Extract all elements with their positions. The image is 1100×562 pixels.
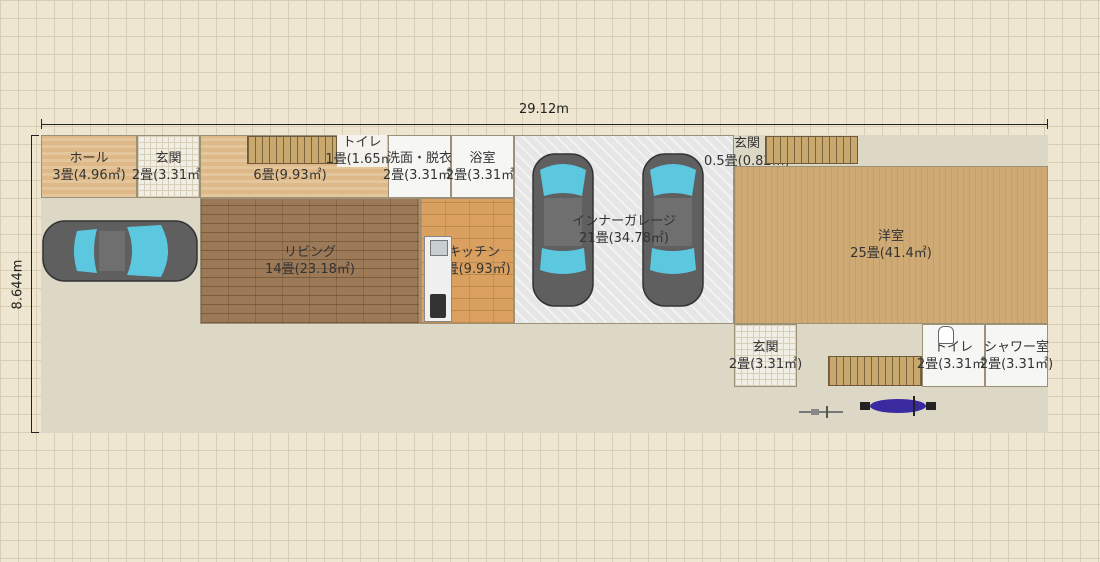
car-rear-window [650, 248, 696, 274]
room-size: 2畳(3.31㎡) [728, 356, 803, 372]
room-name: トイレ [342, 135, 382, 150]
room-name: 洋室 [877, 229, 904, 244]
room-western[interactable]: 洋室 25畳(41.4㎡) [734, 166, 1048, 324]
room-bathroom[interactable]: 浴室 2畳(3.31㎡) [446, 135, 519, 198]
sink-icon [430, 240, 448, 256]
room-size: 25畳(41.4㎡) [850, 246, 932, 261]
room-size: 6畳(9.93㎡) [253, 167, 327, 183]
room-name: リビング [283, 245, 336, 260]
width-dimension-tick-left [41, 119, 42, 129]
height-dimension-label: 8.644m [10, 259, 26, 310]
room-genkan-1[interactable]: 玄関 2畳(3.31㎡) [132, 135, 205, 198]
motorcycle-rear-wheel [860, 402, 870, 410]
car-roof [99, 231, 125, 271]
room-name: 玄関 [155, 150, 182, 166]
motorcycle-front-wheel [926, 402, 936, 410]
room-name: キッチン [447, 245, 500, 260]
toilet-icon [938, 326, 954, 344]
room-shower[interactable]: シャワー室 2畳(3.31㎡) [980, 324, 1053, 387]
room-genkan-3[interactable]: 玄関 2畳(3.31㎡) [729, 324, 802, 387]
staircase-upper [765, 136, 858, 164]
room-name: シャワー室 [984, 339, 1050, 355]
motorcycle-icon[interactable] [858, 394, 938, 418]
height-dimension-tick-top [31, 135, 39, 136]
bicycle-seat [811, 409, 819, 415]
room-size: 2畳(3.31㎡) [979, 356, 1054, 372]
car-icon-outside[interactable] [41, 217, 199, 285]
room-size: 14畳(23.18㎡) [265, 262, 355, 277]
room-name: 浴室 [469, 150, 496, 166]
room-name: 玄関 [734, 136, 761, 151]
room-size: 3畳(4.96㎡) [52, 167, 126, 183]
stove-icon [430, 294, 446, 318]
motorcycle-body [870, 399, 926, 413]
car-rear-window [540, 248, 586, 274]
room-living[interactable]: リビング 14畳(23.18㎡) [200, 198, 420, 324]
height-dimension-tick-bottom [31, 432, 39, 433]
room-hall[interactable]: ホール 3畳(4.96㎡) [41, 135, 137, 198]
room-name: 洗面・脱衣 [387, 150, 453, 166]
room-name: ホール [69, 150, 109, 166]
height-dimension-line [31, 135, 32, 433]
room-name: インナーガレージ [572, 213, 676, 229]
staircase-lower [828, 356, 922, 386]
car-windshield [650, 164, 696, 196]
room-name: 玄関 [752, 339, 779, 355]
room-size: 2畳(3.31㎡) [445, 167, 520, 183]
bicycle-icon[interactable] [797, 405, 845, 419]
width-dimension-label: 29.12m [519, 102, 569, 117]
room-washroom[interactable]: 洗面・脱衣 2畳(3.31㎡) [383, 135, 456, 198]
room-size: 21畳(34.78㎡) [579, 230, 669, 246]
car-windshield [540, 164, 586, 196]
room-size: 2畳(3.31㎡) [131, 167, 206, 183]
car-rear-window [74, 229, 97, 273]
car-windshield [127, 225, 168, 277]
room-toilet-1[interactable]: トイレ 1畳(1.65㎡) [325, 135, 399, 167]
width-dimension-tick-right [1047, 119, 1048, 129]
staircase-corridor [247, 136, 337, 164]
width-dimension-line [41, 124, 1048, 125]
